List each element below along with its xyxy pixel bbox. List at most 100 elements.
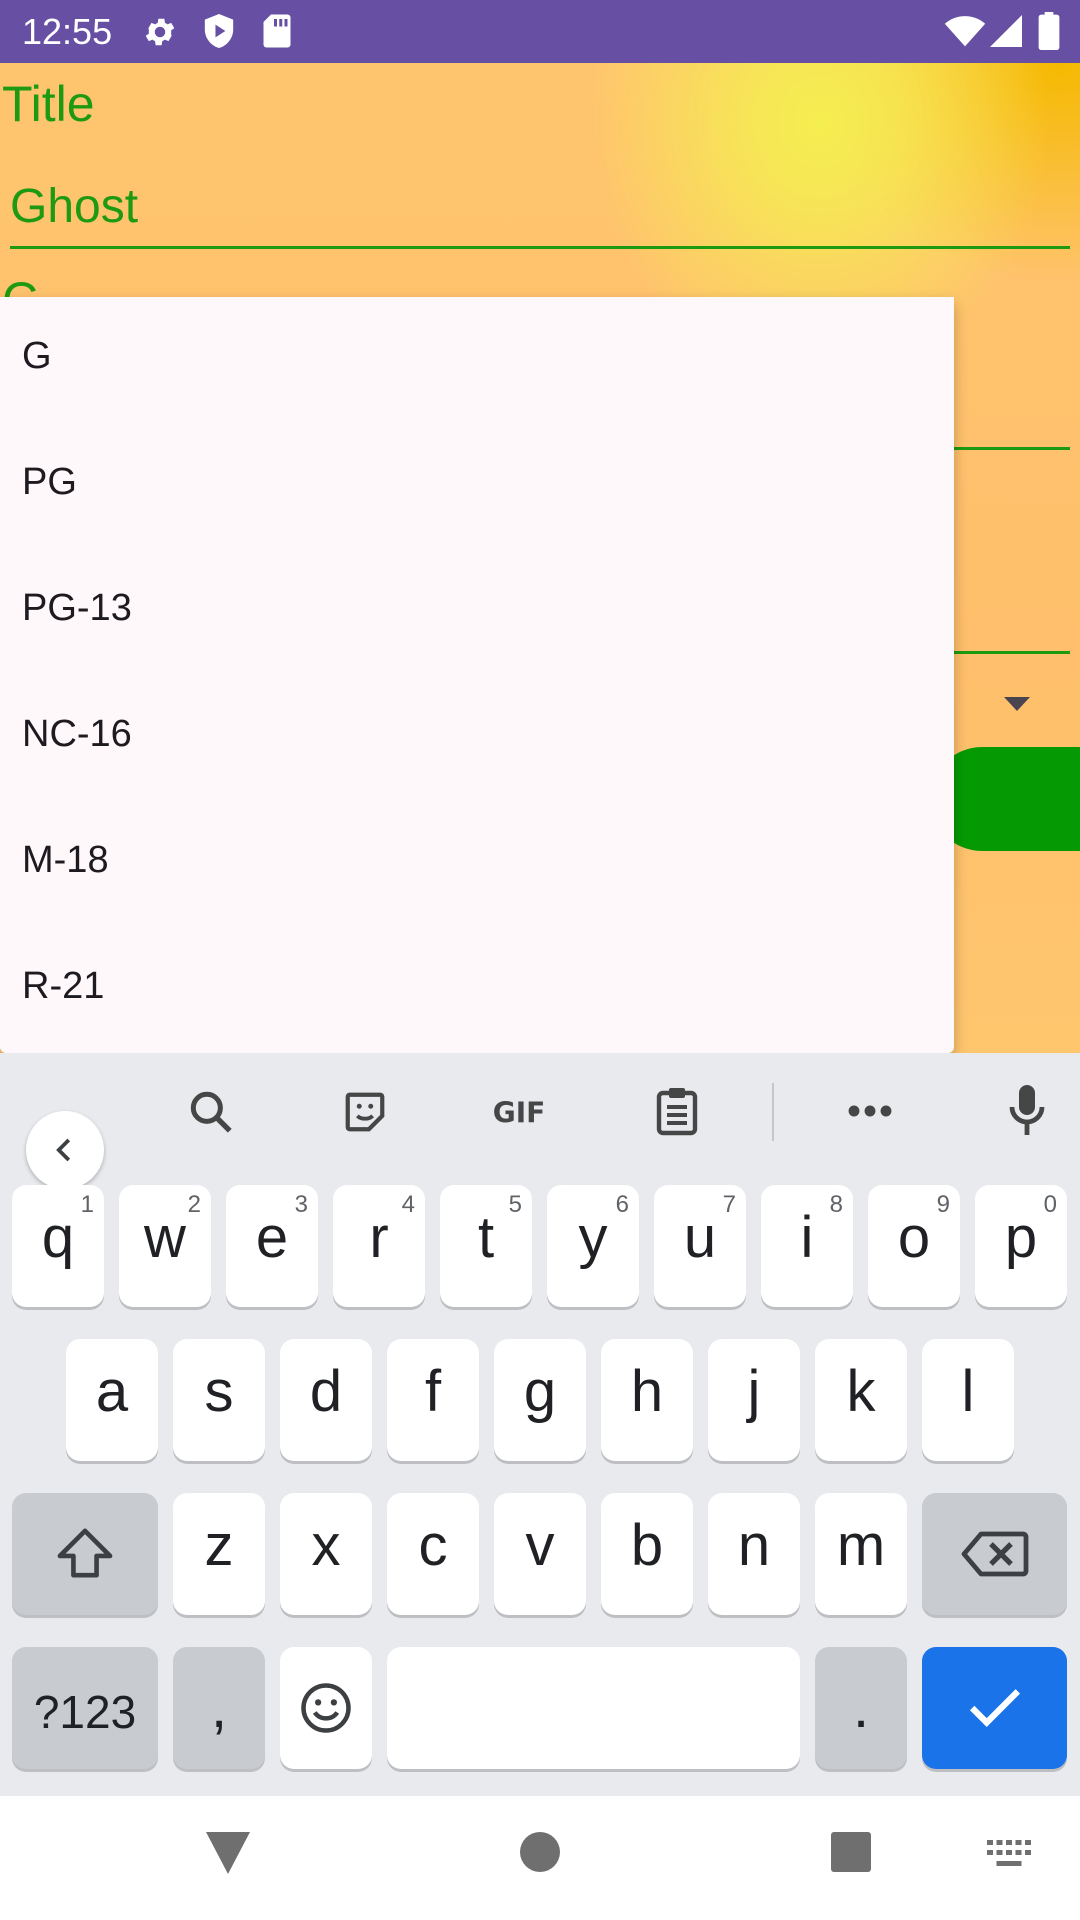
key-h[interactable]: h (601, 1339, 693, 1461)
field-underline (950, 447, 1070, 450)
dropdown-option[interactable]: PG (0, 423, 954, 549)
recents-nav-icon[interactable] (831, 1832, 871, 1872)
key-k[interactable]: k (815, 1339, 907, 1461)
settings-icon (142, 14, 178, 50)
key-y[interactable]: y6 (547, 1185, 639, 1307)
soft-keyboard: GIF q1 w2 e3 r4 t5 y6 u7 i8 o9 p0 a s d … (0, 1053, 1080, 1796)
key-label: f (424, 1359, 442, 1424)
dropdown-option-label: R-21 (22, 965, 105, 1007)
search-icon[interactable] (186, 1087, 236, 1137)
symbols-key[interactable]: ?123 (12, 1647, 158, 1769)
key-label: s (204, 1359, 234, 1424)
dropdown-option[interactable]: NC-16 (0, 675, 954, 801)
toolbar-divider (772, 1083, 774, 1141)
key-z[interactable]: z (173, 1493, 265, 1615)
more-icon[interactable] (846, 1103, 894, 1119)
key-a[interactable]: a (66, 1339, 158, 1461)
key-label: v (525, 1513, 555, 1578)
sd-card-icon (262, 13, 292, 49)
key-hint: 1 (80, 1191, 94, 1218)
wifi-icon (944, 14, 986, 48)
enter-key[interactable] (922, 1647, 1067, 1769)
svg-text:GIF: GIF (493, 1097, 546, 1130)
dropdown-option[interactable]: G (0, 297, 954, 423)
navigation-bar (0, 1796, 1080, 1920)
signal-icon (990, 14, 1022, 48)
shift-icon (57, 1528, 113, 1578)
key-hint: 3 (294, 1191, 308, 1218)
key-hint: 6 (615, 1191, 629, 1218)
key-label: z (204, 1513, 234, 1578)
emoji-icon (301, 1683, 351, 1733)
emoji-key[interactable] (280, 1647, 372, 1769)
dropdown-option[interactable]: PG-13 (0, 549, 954, 675)
key-x[interactable]: x (280, 1493, 372, 1615)
key-label: d (309, 1359, 343, 1424)
key-g[interactable]: g (494, 1339, 586, 1461)
title-input[interactable]: Ghost (10, 179, 1070, 249)
keyboard-switch-icon[interactable] (987, 1840, 1031, 1868)
key-label: a (95, 1359, 129, 1424)
key-hint: 8 (829, 1191, 843, 1218)
dropdown-option[interactable]: M-18 (0, 801, 954, 927)
battery-icon (1038, 12, 1060, 50)
space-key[interactable] (387, 1647, 800, 1769)
backspace-key[interactable] (922, 1493, 1067, 1615)
key-m[interactable]: m (815, 1493, 907, 1615)
dropdown-arrow-icon[interactable] (1004, 697, 1030, 711)
key-hint: 5 (508, 1191, 522, 1218)
mic-icon[interactable] (1006, 1083, 1048, 1139)
key-w[interactable]: w2 (119, 1185, 211, 1307)
dropdown-option-label: G (22, 335, 52, 377)
key-q[interactable]: q1 (12, 1185, 104, 1307)
key-label: n (737, 1513, 771, 1578)
check-icon (969, 1689, 1020, 1727)
key-b[interactable]: b (601, 1493, 693, 1615)
key-label: b (630, 1513, 664, 1578)
key-o[interactable]: o9 (868, 1185, 960, 1307)
key-hint: 2 (187, 1191, 201, 1218)
sticker-icon[interactable] (342, 1089, 388, 1135)
key-label: m (836, 1513, 886, 1578)
key-u[interactable]: u7 (654, 1185, 746, 1307)
backspace-icon (961, 1531, 1028, 1577)
key-label: g (523, 1359, 557, 1424)
key-t[interactable]: t5 (440, 1185, 532, 1307)
key-p[interactable]: p0 (975, 1185, 1067, 1307)
shift-key[interactable] (12, 1493, 158, 1615)
key-j[interactable]: j (708, 1339, 800, 1461)
key-s[interactable]: s (173, 1339, 265, 1461)
gif-icon[interactable]: GIF (486, 1091, 552, 1131)
keyboard-back-button[interactable] (26, 1111, 104, 1189)
key-label: . (852, 1675, 870, 1740)
key-n[interactable]: n (708, 1493, 800, 1615)
key-label: , (210, 1675, 228, 1740)
dropdown-option-label: NC-16 (22, 713, 132, 755)
key-label: l (961, 1359, 975, 1424)
dropdown-option-label: M-18 (22, 839, 109, 881)
key-f[interactable]: f (387, 1339, 479, 1461)
key-e[interactable]: e3 (226, 1185, 318, 1307)
dropdown-option[interactable]: R-21 (0, 927, 954, 1053)
back-nav-icon[interactable] (206, 1832, 250, 1874)
key-hint: 9 (936, 1191, 950, 1218)
home-nav-icon[interactable] (520, 1832, 560, 1872)
key-hint: 4 (401, 1191, 415, 1218)
key-d[interactable]: d (280, 1339, 372, 1461)
key-c[interactable]: c (387, 1493, 479, 1615)
key-i[interactable]: i8 (761, 1185, 853, 1307)
key-label: h (630, 1359, 664, 1424)
title-input-value: Ghost (10, 180, 139, 233)
key-v[interactable]: v (494, 1493, 586, 1615)
status-bar: 12:55 (0, 0, 1080, 63)
symbols-key-label: ?123 (33, 1686, 137, 1738)
period-key[interactable]: . (815, 1647, 907, 1769)
field-underline (950, 651, 1070, 654)
key-l[interactable]: l (922, 1339, 1014, 1461)
key-hint: 7 (722, 1191, 736, 1218)
key-r[interactable]: r4 (333, 1185, 425, 1307)
dropdown-option-label: PG (22, 461, 77, 503)
comma-key[interactable]: , (173, 1647, 265, 1769)
clipboard-icon[interactable] (654, 1085, 700, 1137)
title-label: Title (2, 76, 95, 132)
